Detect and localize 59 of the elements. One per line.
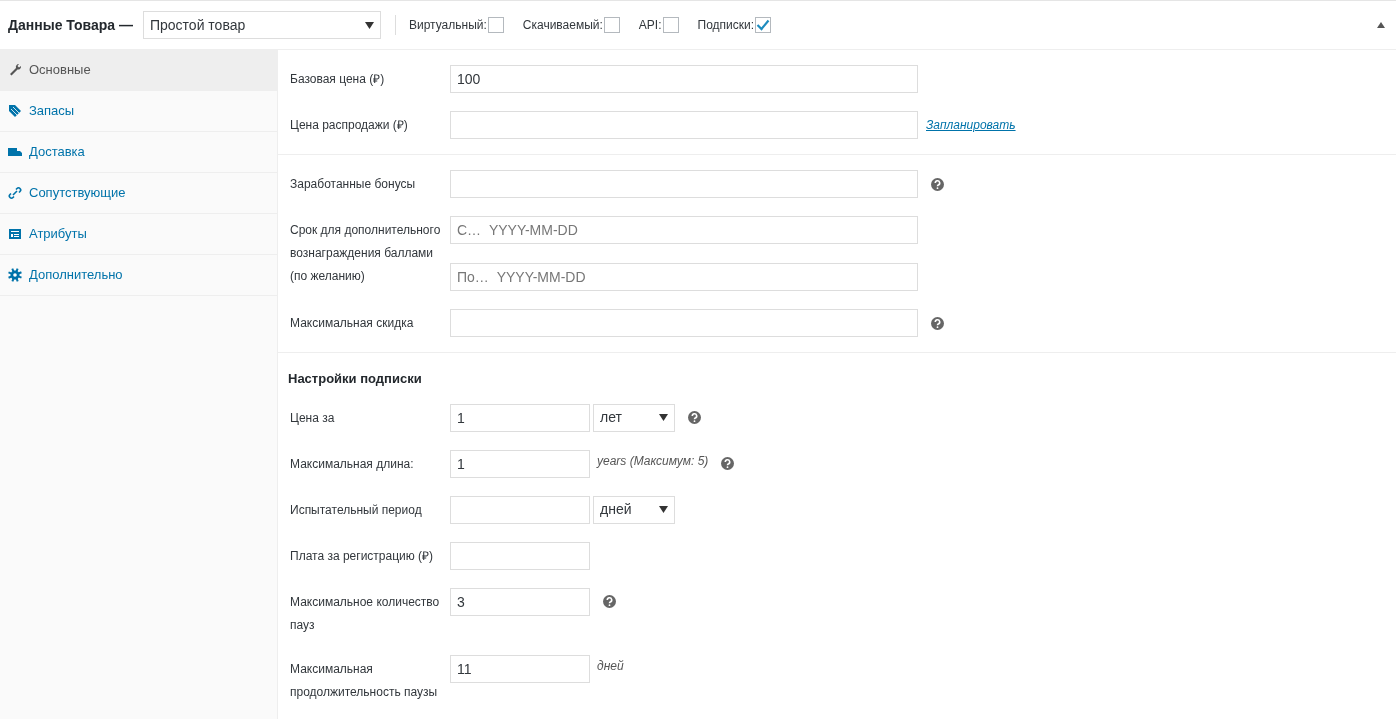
tag-icon (8, 104, 22, 118)
input-field[interactable] (450, 111, 918, 139)
field-label: Срок для дополнительного вознаграждения баллами (по желанию) (290, 222, 442, 285)
field-suffix: years (Максимум: 5) (597, 452, 709, 470)
field-label: Максимальное количество пауз (290, 593, 441, 634)
field-label: Максимальная продолжительность паузы (290, 660, 439, 701)
option-checkbox[interactable] (755, 17, 772, 33)
input-field[interactable]: 100 (450, 65, 918, 93)
input-field[interactable] (450, 495, 590, 524)
help-icon[interactable] (931, 177, 944, 191)
sidebar-tab[interactable]: Основные (0, 50, 277, 91)
input-field[interactable] (450, 170, 918, 198)
input-field[interactable]: 1 (450, 403, 590, 432)
product-type-select[interactable]: Простой товар (142, 11, 381, 39)
schedule-link[interactable]: Запланировать (926, 111, 1016, 139)
unit-select[interactable]: лет (593, 403, 675, 432)
option-checkbox[interactable] (487, 17, 504, 33)
option-label: API: (638, 17, 662, 34)
sidebar-tab[interactable]: Доставка (0, 132, 277, 173)
field-label: Базовая цена (₽) (290, 71, 386, 88)
field-suffix: дней (597, 657, 624, 675)
collapse-icon[interactable] (1377, 22, 1385, 28)
unit-select[interactable]: дней (593, 495, 675, 524)
option-checkbox[interactable] (603, 17, 620, 33)
sidebar-tab[interactable]: Атрибуты (0, 214, 277, 255)
help-icon[interactable] (603, 595, 616, 608)
field-label: Максимальная скидка (290, 315, 415, 332)
settings-icon (8, 268, 22, 282)
help-icon[interactable] (721, 457, 735, 470)
input-field[interactable]: 1 (450, 449, 590, 478)
field-label: Заработанные бонусы (290, 176, 417, 193)
field-label: Испытательный период (290, 501, 423, 519)
option-label: Подписки: (697, 17, 755, 34)
input-field[interactable]: 11 (450, 654, 590, 683)
input-field[interactable] (450, 541, 590, 570)
input-field[interactable]: С… YYYY-MM-DD (450, 216, 918, 244)
input-field[interactable] (450, 309, 918, 337)
wrench-icon (8, 63, 22, 77)
field-label: Цена за (290, 409, 336, 427)
option-label: Виртуальный: (408, 17, 487, 34)
field-label: Цена распродажи (₽) (290, 117, 409, 134)
help-icon[interactable] (688, 411, 701, 424)
help-icon[interactable] (931, 316, 944, 330)
sidebar-tab[interactable]: Дополнительно (0, 255, 277, 296)
input-field[interactable]: По… YYYY-MM-DD (450, 263, 918, 291)
field-label: Плата за регистрацию (₽) (290, 547, 435, 565)
section-heading: Настройки подписки (287, 370, 423, 388)
list-card-icon (8, 227, 22, 241)
caret-icon (659, 506, 668, 513)
field-label: Максимальная длина: (290, 455, 415, 473)
caret-icon (659, 414, 668, 421)
sidebar-tab[interactable]: Запасы (0, 91, 277, 132)
input-field[interactable]: 3 (450, 587, 590, 616)
option-checkbox[interactable] (662, 17, 679, 33)
sidebar-tab[interactable]: Сопутствующие (0, 173, 277, 214)
option-label: Скачиваемый: (522, 17, 603, 34)
panel-title: Данные Товара — (8, 15, 133, 35)
caret-icon (364, 21, 374, 29)
link-icon (8, 186, 22, 200)
